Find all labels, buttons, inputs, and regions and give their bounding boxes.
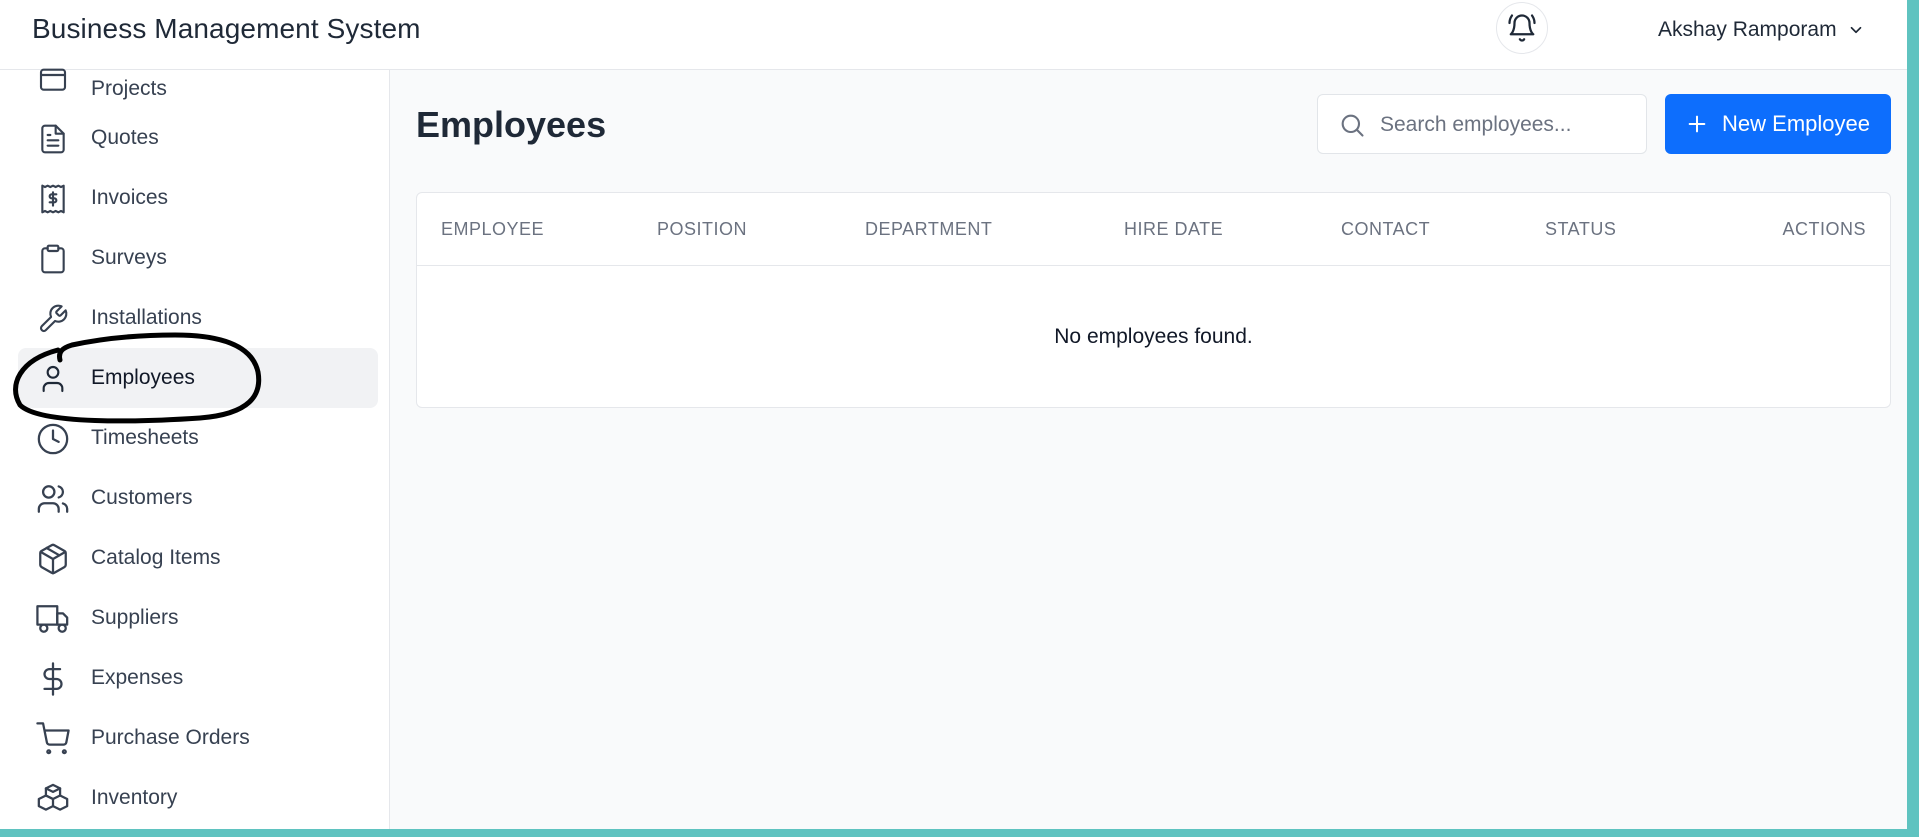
sidebar-item-label: Invoices (91, 186, 169, 209)
sidebar-item-employees[interactable]: Employees (18, 348, 378, 408)
shopping-cart-icon (36, 722, 70, 756)
column-header-hire-date: HIRE DATE (1124, 219, 1224, 239)
wrench-icon (36, 302, 70, 336)
new-employee-button[interactable]: New Employee (1665, 94, 1891, 154)
column-header-position: POSITION (657, 219, 748, 239)
truck-icon (36, 602, 70, 636)
users-icon (36, 482, 70, 516)
bell-ring-icon (1508, 14, 1536, 42)
boxes-icon (36, 782, 70, 816)
chevron-down-icon (1850, 26, 1861, 34)
column-header-actions: ACTIONS (1782, 219, 1866, 239)
sidebar-item-timesheets[interactable]: Timesheets (18, 408, 378, 468)
sidebar-item-label: Purchase Orders (91, 726, 250, 749)
sidebar-item-installations[interactable]: Installations (18, 288, 378, 348)
sidebar-item-label: Surveys (91, 246, 167, 269)
sidebar-item-label: Projects (91, 77, 167, 100)
dollar-sign-icon (36, 662, 70, 696)
search-input[interactable] (1378, 107, 1632, 143)
sidebar-item-quotes[interactable]: Quotes (18, 108, 378, 168)
sidebar-item-purchase-orders[interactable]: Purchase Orders (18, 708, 378, 768)
package-icon (36, 542, 70, 576)
app-title: Business Management System (32, 13, 421, 44)
empty-state-message: No employees found. (1054, 325, 1253, 348)
sidebar-item-label: Suppliers (91, 606, 179, 629)
column-header-department: DEPARTMENT (865, 219, 993, 239)
sidebar-item-label: Timesheets (91, 426, 199, 449)
sidebar-item-projects[interactable]: Projects (18, 48, 378, 108)
file-text-icon (36, 122, 70, 156)
user-icon (36, 362, 70, 396)
sidebar-item-surveys[interactable]: Surveys (18, 228, 378, 288)
sidebar: Projects Quotes Invoices Surveys Install (0, 68, 390, 829)
employees-table: EMPLOYEE POSITION DEPARTMENT HIRE DATE C… (416, 192, 1891, 408)
sidebar-item-inventory[interactable]: Inventory (18, 768, 378, 828)
table-header: EMPLOYEE POSITION DEPARTMENT HIRE DATE C… (417, 193, 1890, 266)
new-employee-label: New Employee (1722, 111, 1870, 136)
search-box[interactable] (1317, 94, 1647, 154)
notifications-button[interactable] (1496, 2, 1548, 54)
clock-icon (36, 422, 70, 456)
sidebar-item-suppliers[interactable]: Suppliers (18, 588, 378, 648)
sidebar-item-expenses[interactable]: Expenses (18, 648, 378, 708)
sidebar-item-catalog-items[interactable]: Catalog Items (18, 528, 378, 588)
user-menu[interactable]: Akshay Ramporam (1658, 16, 1865, 44)
main-content: Employees New Employee EMPLOYEE POSITION… (390, 70, 1907, 829)
column-header-employee: EMPLOYEE (441, 219, 545, 239)
page-title: Employees (416, 104, 607, 145)
plus-icon (1688, 115, 1706, 133)
folder-icon (36, 62, 70, 96)
clipboard-icon (36, 242, 70, 276)
column-header-contact: CONTACT (1341, 219, 1431, 239)
sidebar-item-label: Catalog Items (91, 546, 221, 569)
sidebar-item-label: Expenses (91, 666, 184, 689)
sidebar-item-label: Customers (91, 486, 193, 509)
sidebar-item-label: Inventory (91, 786, 178, 809)
sidebar-item-invoices[interactable]: Invoices (18, 168, 378, 228)
sidebar-item-label: Quotes (91, 126, 159, 149)
sidebar-item-label: Installations (91, 306, 202, 329)
app-window: Business Management System Akshay Rampor… (0, 0, 1907, 829)
sidebar-item-customers[interactable]: Customers (18, 468, 378, 528)
search-icon (1341, 114, 1364, 137)
sidebar-item-label: Employees (91, 366, 195, 389)
user-name: Akshay Ramporam (1658, 18, 1837, 41)
column-header-status: STATUS (1545, 219, 1617, 239)
receipt-icon (36, 182, 70, 216)
